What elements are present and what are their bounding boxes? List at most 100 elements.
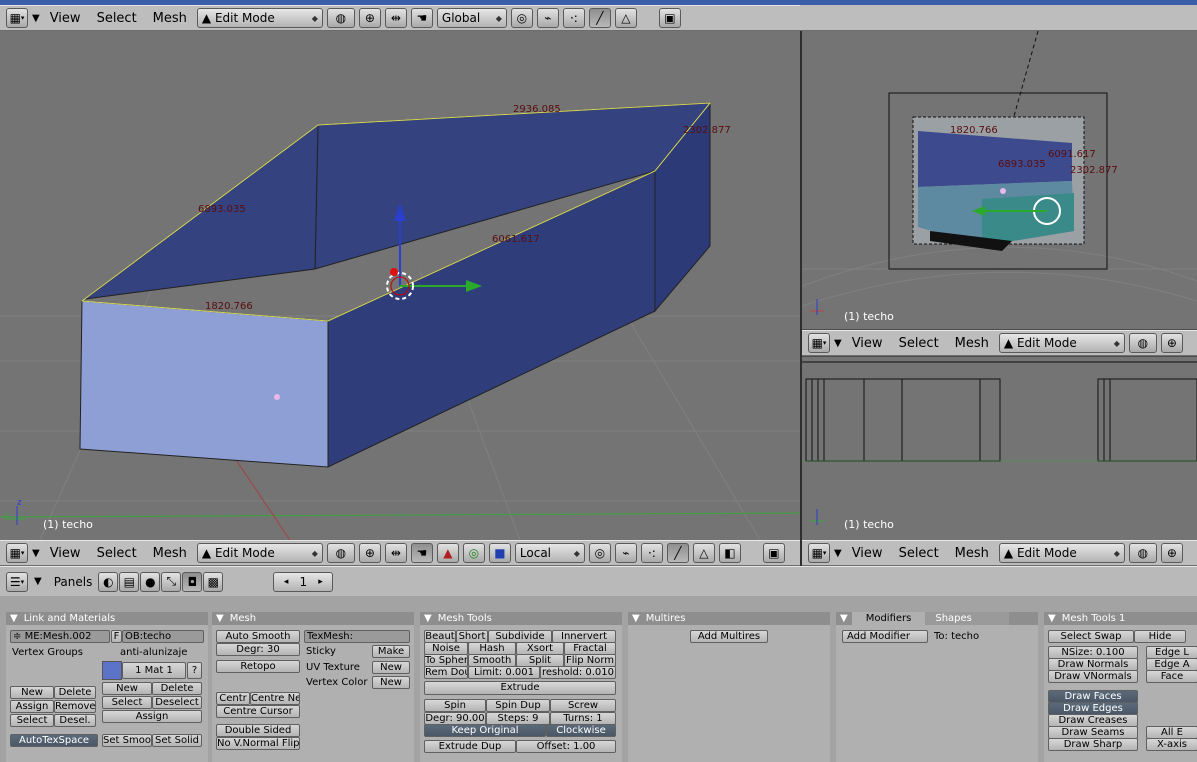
collapse-icon[interactable]: ▼	[834, 338, 842, 349]
tab-shapes[interactable]: Shapes	[925, 612, 1010, 625]
proportional-button[interactable]: ◎	[588, 543, 611, 563]
vg-deselect-button[interactable]: Desel.	[54, 714, 96, 727]
draw-type-button[interactable]: ◍	[1128, 333, 1157, 353]
editor-type-button[interactable]: ▦ ▾	[6, 543, 28, 563]
centre-new-button[interactable]: Centre Ne	[250, 692, 300, 705]
face-select-icon[interactable]: △	[614, 8, 637, 28]
mat-deselect-button[interactable]: Deselect	[152, 696, 202, 709]
draw-type-button[interactable]: ◍	[326, 543, 355, 563]
manipulator-button[interactable]: ⇹	[384, 8, 407, 28]
vertex-select-icon[interactable]: ·:	[640, 543, 663, 563]
draw-type-button[interactable]: ◍	[1128, 543, 1157, 563]
snap-icon[interactable]: ⌁	[536, 8, 559, 28]
edge-select-icon[interactable]: ╱	[588, 8, 611, 28]
retopo-toggle[interactable]: Retopo	[216, 660, 300, 673]
vertex-select-icon[interactable]: ·:	[562, 8, 585, 28]
pivot-button[interactable]: ⊕	[358, 8, 381, 28]
mesh-name-field[interactable]: ≑ ME:Mesh.002	[10, 630, 110, 643]
scene-icon[interactable]: ▩	[203, 571, 224, 592]
collapse-icon[interactable]: ▼	[32, 13, 40, 24]
sticky-make-button[interactable]: Make	[372, 645, 410, 658]
menu-view[interactable]: View	[44, 546, 87, 561]
menu-select[interactable]: Select	[893, 546, 945, 561]
scale-icon[interactable]: ■	[488, 543, 511, 563]
manipulator-button[interactable]: ⇹	[384, 543, 407, 563]
spin-button[interactable]: Spin	[424, 699, 486, 712]
collapse-icon[interactable]: ▼	[34, 576, 42, 587]
add-multires-button[interactable]: Add Multires	[690, 630, 768, 643]
menu-select[interactable]: Select	[91, 546, 143, 561]
no-vnormal-flip-toggle[interactable]: No V.Normal Flip	[216, 737, 300, 750]
panel-title[interactable]: ▼ Link and Materials	[6, 612, 208, 625]
menu-mesh[interactable]: Mesh	[147, 546, 193, 561]
mode-select[interactable]: ▲ Edit Mode ◆	[998, 333, 1125, 353]
auto-smooth-toggle[interactable]: Auto Smooth	[216, 630, 300, 643]
object-name-field[interactable]: OB:techo	[122, 630, 204, 643]
threshold-field[interactable]: reshold: 0.010	[540, 666, 616, 679]
main-3d-viewport[interactable]: 2936.085 2302.877 6893.035 6061.617 1820…	[0, 31, 800, 540]
mat-delete-button[interactable]: Delete	[152, 682, 202, 695]
screw-button[interactable]: Screw	[550, 699, 616, 712]
tab-modifiers[interactable]: Modifiers	[851, 612, 926, 625]
face-select-icon[interactable]: △	[692, 543, 715, 563]
offset-field[interactable]: Offset: 1.00	[516, 740, 616, 753]
double-sided-toggle[interactable]: Double Sided	[216, 724, 300, 737]
shading-icon[interactable]: ●	[140, 571, 161, 592]
centre-cursor-button[interactable]: Centre Cursor	[216, 705, 300, 718]
hand-icon[interactable]: ☚	[410, 543, 433, 563]
draw-type-button[interactable]: ◍	[326, 8, 355, 28]
editing-icon[interactable]: ◘	[182, 571, 203, 592]
collapse-icon[interactable]: ▼	[834, 548, 842, 559]
draw-sharp-toggle[interactable]: Draw Sharp	[1048, 738, 1138, 751]
draw-vnormals-toggle[interactable]: Draw VNormals	[1048, 670, 1138, 683]
mode-select[interactable]: ▲ Edit Mode ◆	[196, 543, 323, 563]
orientation-select[interactable]: Global ◆	[436, 8, 507, 28]
vg-delete-button[interactable]: Delete	[54, 686, 96, 699]
pivot-button[interactable]: ⊕	[1160, 543, 1183, 563]
mat-select-button[interactable]: Select	[102, 696, 152, 709]
pivot-button[interactable]: ⊕	[358, 543, 381, 563]
object-icon[interactable]: ⤡	[161, 571, 182, 592]
mat-assign-button[interactable]: Assign	[102, 710, 202, 723]
menu-view[interactable]: View	[846, 336, 889, 351]
limit-field[interactable]: Limit: 0.001	[468, 666, 540, 679]
hide-button[interactable]: Hide	[1134, 630, 1186, 643]
add-modifier-button[interactable]: Add Modifier	[842, 630, 928, 643]
select-swap-button[interactable]: Select Swap	[1048, 630, 1134, 643]
panel-title[interactable]: ▼ Mesh Tools	[420, 612, 622, 625]
menu-mesh[interactable]: Mesh	[147, 11, 193, 26]
logic-icon[interactable]: ◐	[98, 571, 119, 592]
fake-user-button[interactable]: F	[111, 630, 122, 643]
render-icon[interactable]: ▣	[762, 543, 785, 563]
panel-title[interactable]: ▼ Mesh Tools 1	[1044, 612, 1197, 625]
uv-texture-new-button[interactable]: New	[372, 661, 410, 674]
menu-mesh[interactable]: Mesh	[949, 546, 995, 561]
remove-doubles-button[interactable]: Rem Dou	[424, 666, 468, 679]
frame-number-field[interactable]: ◂ 1 ▸	[273, 571, 334, 592]
menu-view[interactable]: View	[44, 11, 87, 26]
vertex-color-new-button[interactable]: New	[372, 676, 410, 689]
centre-button[interactable]: Centr	[216, 692, 250, 705]
side-viewport[interactable]: (1) techo	[802, 357, 1197, 540]
keep-original-toggle[interactable]: Keep Original	[424, 724, 546, 737]
material-help-button[interactable]: ?	[187, 662, 202, 679]
vg-remove-button[interactable]: Remove	[54, 700, 96, 713]
orientation-select[interactable]: Local ◆	[514, 543, 585, 563]
texmesh-field[interactable]: TexMesh:	[304, 630, 410, 643]
editor-type-button[interactable]: ▦ ▾	[6, 8, 28, 28]
set-solid-button[interactable]: Set Solid	[152, 734, 202, 747]
camera-viewport[interactable]: 1820.766 6091.617 6893.035 2302.877 (1) …	[802, 31, 1197, 329]
extrude-button[interactable]: Extrude	[424, 681, 616, 695]
menu-view[interactable]: View	[846, 546, 889, 561]
x-axis-mirror-toggle[interactable]: X-axis	[1146, 738, 1197, 751]
menu-mesh[interactable]: Mesh	[949, 336, 995, 351]
autotexspace-toggle[interactable]: AutoTexSpace	[10, 734, 98, 747]
rotate-icon[interactable]: ◎	[462, 543, 485, 563]
script-icon[interactable]: ▤	[119, 571, 140, 592]
render-icon[interactable]: ▣	[658, 8, 681, 28]
menu-select[interactable]: Select	[91, 11, 143, 26]
editor-type-button[interactable]: ▦ ▾	[808, 333, 830, 353]
mode-select[interactable]: ▲ Edit Mode ◆	[998, 543, 1125, 563]
panel-title[interactable]: ▼ Multires	[628, 612, 830, 625]
occlude-icon[interactable]: ◧	[718, 543, 741, 563]
